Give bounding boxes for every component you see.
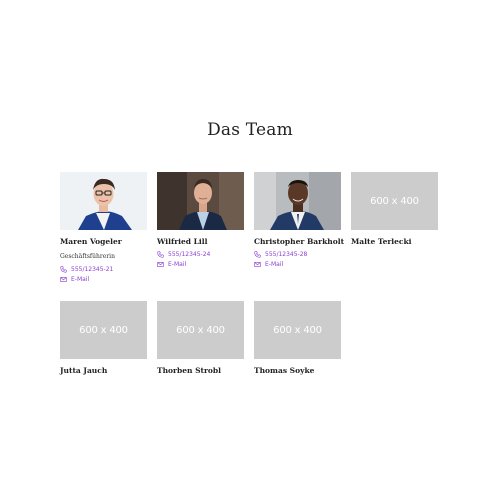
phone-number: 555/12345-28 xyxy=(265,250,308,258)
email-label: E-Mail xyxy=(265,260,284,268)
team-member-name: Christopher Barkholt xyxy=(254,237,345,246)
team-member-photo xyxy=(60,172,147,230)
image-placeholder: 600 x 400 xyxy=(157,301,244,359)
section-title: Das Team xyxy=(207,120,293,140)
team-member-name: Malte Terlecki xyxy=(351,237,412,246)
email-link[interactable]: E-Mail xyxy=(157,259,244,269)
man-portrait-image xyxy=(157,172,244,230)
team-card: Maren Vogeler Geschäftsführerin 555/1234… xyxy=(60,172,147,284)
team-card: Christopher Barkholt 555/12345-28 E-Mail xyxy=(254,172,345,269)
phone-icon xyxy=(254,250,261,258)
man-portrait-image xyxy=(254,172,341,230)
woman-portrait-image xyxy=(60,172,147,230)
team-member-name: Maren Vogeler xyxy=(60,237,122,246)
envelope-icon xyxy=(157,261,164,267)
placeholder-label: 600 x 400 xyxy=(176,324,225,336)
phone-link[interactable]: 555/12345-28 xyxy=(254,249,341,259)
placeholder-label: 600 x 400 xyxy=(370,195,419,207)
image-placeholder: 600 x 400 xyxy=(60,301,147,359)
phone-icon xyxy=(157,250,164,258)
team-member-name: Thorben Strobl xyxy=(157,366,221,375)
phone-number: 555/12345-21 xyxy=(71,265,114,273)
image-placeholder: 600 x 400 xyxy=(351,172,438,230)
email-link[interactable]: E-Mail xyxy=(60,274,147,284)
team-member-photo xyxy=(254,172,341,230)
email-label: E-Mail xyxy=(71,275,90,283)
team-member-name: Jutta Jauch xyxy=(60,366,108,375)
team-card: 600 x 400 Jutta Jauch xyxy=(60,301,147,375)
image-placeholder: 600 x 400 xyxy=(254,301,341,359)
team-card: Wilfried Lill 555/12345-24 E-Mail xyxy=(157,172,244,269)
placeholder-label: 600 x 400 xyxy=(79,324,128,336)
team-member-photo xyxy=(157,172,244,230)
team-member-role: Geschäftsführerin xyxy=(60,253,115,260)
team-page: Das Team Maren Vogeler Geschäftsführerin… xyxy=(0,0,500,500)
email-link[interactable]: E-Mail xyxy=(254,259,341,269)
phone-link[interactable]: 555/12345-24 xyxy=(157,249,244,259)
email-label: E-Mail xyxy=(168,260,187,268)
phone-icon xyxy=(60,265,67,273)
phone-number: 555/12345-24 xyxy=(168,250,211,258)
team-member-name: Thomas Soyke xyxy=(254,366,315,375)
envelope-icon xyxy=(60,276,67,282)
team-card: 600 x 400 Thorben Strobl xyxy=(157,301,244,375)
envelope-icon xyxy=(254,261,261,267)
team-card: 600 x 400 Thomas Soyke xyxy=(254,301,341,375)
phone-link[interactable]: 555/12345-21 xyxy=(60,264,147,274)
placeholder-label: 600 x 400 xyxy=(273,324,322,336)
team-member-name: Wilfried Lill xyxy=(157,237,208,246)
team-card: 600 x 400 Malte Terlecki xyxy=(351,172,438,246)
